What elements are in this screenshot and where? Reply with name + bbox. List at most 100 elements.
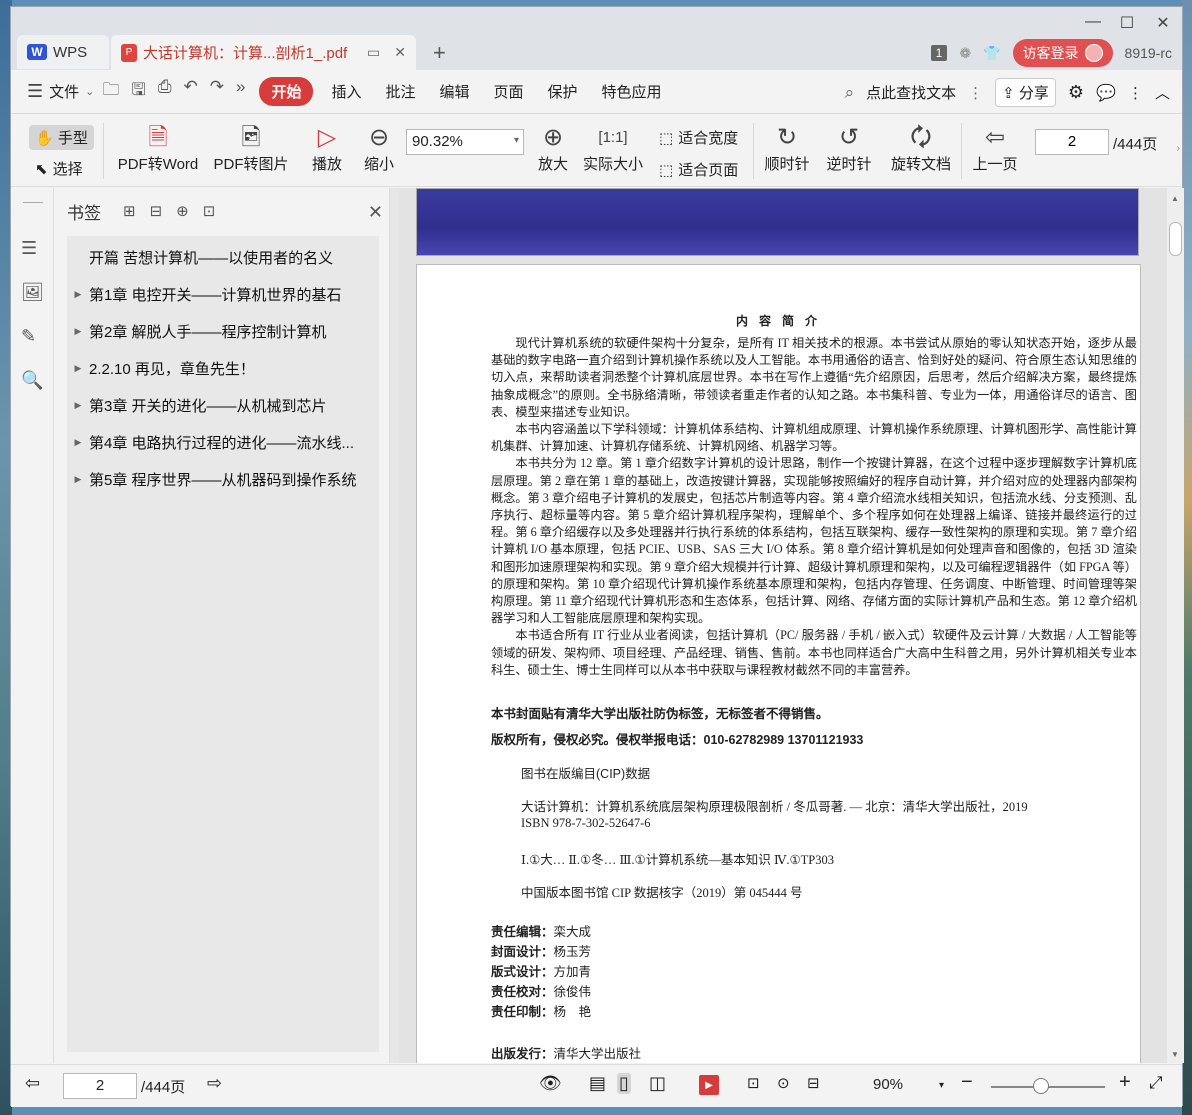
window-count-badge[interactable]: 1 xyxy=(930,45,948,61)
annotation-icon[interactable]: ✎ xyxy=(21,326,36,347)
new-tab-icon[interactable]: + xyxy=(433,40,446,66)
actual-size-button[interactable]: [1:1] 实际大小 xyxy=(581,123,645,174)
delete-bookmark-icon[interactable]: ⊡ xyxy=(203,202,216,220)
bookmark-list: 开篇 苦想计算机——以使用者的名义 ▶ 第1章 电控开关——计算机世界的基石 ▶… xyxy=(67,236,379,1052)
add-bookmark-icon[interactable]: ⊕ xyxy=(176,202,189,220)
undo-icon[interactable]: ↶ xyxy=(183,77,197,106)
menu-file[interactable]: 文件 xyxy=(43,81,91,102)
document-view[interactable]: 内 容 简 介 现代计算机系统的软硬件架构十分复杂，是所有 IT 相关技术的根源… xyxy=(399,188,1167,1063)
chevron-down-icon[interactable]: ⌄ xyxy=(85,85,94,98)
expand-arrow-icon[interactable]: ▶ xyxy=(67,363,89,374)
bookmark-item[interactable]: ▶ 第5章 程序世界——从机器码到操作系统 xyxy=(67,461,379,498)
fit-page-status-icon[interactable]: ⊙ xyxy=(777,1074,790,1092)
skin-icon[interactable]: ❁ xyxy=(959,45,971,62)
menu-insert[interactable]: 插入 xyxy=(319,81,373,102)
menu-protect[interactable]: 保护 xyxy=(536,81,590,102)
status-play-icon[interactable]: ▶ xyxy=(699,1075,719,1095)
zoom-out-button[interactable]: ⊖ 缩小 xyxy=(359,123,399,174)
select-tool-button[interactable]: ⬉ 选择 xyxy=(35,158,83,179)
zoom-slider-knob[interactable] xyxy=(1033,1078,1049,1094)
fit-width-status-icon[interactable]: ⊟ xyxy=(807,1074,820,1092)
menu-annotate[interactable]: 批注 xyxy=(373,81,427,102)
hand-tool-button[interactable]: ✋ 手型 xyxy=(29,125,94,150)
scroll-thumb[interactable] xyxy=(1169,222,1182,256)
close-panel-icon[interactable]: ✕ xyxy=(368,202,383,223)
maximize-icon[interactable]: ☐ xyxy=(1116,13,1138,33)
collapse-ribbon-icon[interactable]: ︿ xyxy=(1155,82,1170,103)
ribbon-scroll-icon[interactable]: › xyxy=(1177,143,1180,154)
menu-start[interactable]: 开始 xyxy=(259,77,314,106)
status-page-input[interactable]: 2 xyxy=(63,1073,137,1099)
close-window-icon[interactable]: ✕ xyxy=(1152,13,1174,33)
eye-protection-icon[interactable]: 👁 xyxy=(539,1073,562,1094)
share-button[interactable]: ⇪ 分享 xyxy=(995,78,1056,107)
play-button[interactable]: ▷ 播放 xyxy=(307,123,347,174)
rotate-document-button[interactable]: 🗘 旋转文档 xyxy=(887,123,955,174)
rotate-doc-icon: 🗘 xyxy=(910,124,932,151)
more-vertical-icon[interactable]: ⋮ xyxy=(968,84,983,102)
shirt-icon[interactable]: 👕 xyxy=(983,45,1000,62)
bookmark-item[interactable]: 开篇 苦想计算机——以使用者的名义 xyxy=(67,239,379,276)
thumbnail-icon[interactable]: 🖼 xyxy=(21,282,44,303)
save-icon[interactable]: 🖫 xyxy=(131,77,145,106)
expand-arrow-icon[interactable]: ▶ xyxy=(67,289,89,300)
menu-edit[interactable]: 编辑 xyxy=(427,81,481,102)
menu-features[interactable]: 特色应用 xyxy=(590,81,674,102)
prev-page-button[interactable]: ⇦ 上一页 xyxy=(969,123,1021,174)
expand-arrow-icon[interactable]: ▶ xyxy=(67,326,89,337)
minimize-icon[interactable]: — xyxy=(1082,13,1104,31)
login-button[interactable]: 访客登录 xyxy=(1012,39,1113,67)
zoom-in-button[interactable]: ⊕ 放大 xyxy=(533,123,573,174)
screen-icon[interactable]: ▭ xyxy=(367,44,380,61)
zoom-minus-icon[interactable]: − xyxy=(961,1071,973,1094)
search-icon[interactable]: ⌕ xyxy=(845,83,855,103)
expand-arrow-icon[interactable]: ▶ xyxy=(67,474,89,485)
scroll-up-icon[interactable]: ▲ xyxy=(1171,194,1179,203)
two-page-view-icon[interactable]: ◫ xyxy=(649,1073,666,1094)
rotate-counterclockwise-button[interactable]: ↺ 逆时针 xyxy=(821,123,877,174)
prev-page-icon[interactable]: ⇦ xyxy=(25,1073,40,1094)
expand-all-icon[interactable]: ⊞ xyxy=(123,202,136,220)
settings-icon[interactable]: ⚙ xyxy=(1068,82,1084,103)
continuous-view-icon[interactable]: ▤ xyxy=(589,1073,606,1094)
fullscreen-icon[interactable]: ⤢ xyxy=(1149,1073,1163,1093)
search-panel-icon[interactable]: 🔍 xyxy=(21,370,43,391)
pdf-to-word-button[interactable]: 🗎 PDF转Word xyxy=(113,123,203,174)
bookmark-item[interactable]: ▶ 第1章 电控开关——计算机世界的基石 xyxy=(67,276,379,313)
bookmark-item[interactable]: ▶ 第3章 开关的进化——从机械到芯片 xyxy=(67,387,379,424)
redo-icon[interactable]: ↷ xyxy=(210,77,224,106)
comment-icon[interactable]: 💬 xyxy=(1096,83,1116,103)
tab-document[interactable]: P 大话计算机：计算...剖析1_.pdf ▭ ✕ xyxy=(111,35,416,70)
pdf-to-image-button[interactable]: 🖻 PDF转图片 xyxy=(211,123,291,174)
bookmark-item[interactable]: ▶ 2.2.10 再见，章鱼先生！ xyxy=(67,350,379,387)
open-folder-icon[interactable]: 🗀 xyxy=(102,77,119,106)
print-icon[interactable]: ⎙ xyxy=(158,77,172,106)
expand-arrow-icon[interactable]: ▶ xyxy=(67,400,89,411)
actual-size-status-icon[interactable]: ⊡ xyxy=(747,1074,760,1092)
bookmark-list-icon[interactable]: ☰ xyxy=(21,238,37,259)
status-zoom-value[interactable]: 90% xyxy=(873,1076,903,1093)
tab-wps-home[interactable]: W WPS xyxy=(17,35,109,69)
single-page-view-icon[interactable]: ▯ xyxy=(617,1073,631,1094)
collapse-all-icon[interactable]: ⊟ xyxy=(150,202,163,220)
zoom-dropdown-icon[interactable]: ▾ xyxy=(939,1080,944,1091)
page-number-input[interactable]: 2 xyxy=(1035,129,1109,155)
menu-page[interactable]: 页面 xyxy=(482,81,536,102)
expand-arrow-icon[interactable]: ▶ xyxy=(67,437,89,448)
rotate-clockwise-button[interactable]: ↻ 顺时针 xyxy=(759,123,815,174)
hamburger-icon[interactable]: ☰ xyxy=(11,81,43,102)
zoom-select[interactable]: 90.32% ▾ xyxy=(406,129,524,155)
overflow-icon[interactable]: ⋮ xyxy=(1128,84,1143,102)
more-icon[interactable]: » xyxy=(236,77,245,106)
scroll-down-icon[interactable]: ▼ xyxy=(1171,1050,1179,1059)
zoom-plus-icon[interactable]: + xyxy=(1119,1071,1131,1094)
close-tab-icon[interactable]: ✕ xyxy=(394,44,406,61)
fit-page-button[interactable]: ⬚ 适合页面 xyxy=(659,159,738,180)
next-page-icon[interactable]: ⇨ xyxy=(207,1073,222,1094)
panel-splitter[interactable] xyxy=(389,188,399,1063)
bookmark-item[interactable]: ▶ 第2章 解脱人手——程序控制计算机 xyxy=(67,313,379,350)
bookmark-item[interactable]: ▶ 第4章 电路执行过程的进化——流水线... xyxy=(67,424,379,461)
vertical-scrollbar[interactable]: ▲ ▼ xyxy=(1167,188,1184,1063)
fit-width-button[interactable]: ⬚ 适合宽度 xyxy=(659,127,738,148)
search-text-button[interactable]: 点此查找文本 xyxy=(866,82,956,103)
